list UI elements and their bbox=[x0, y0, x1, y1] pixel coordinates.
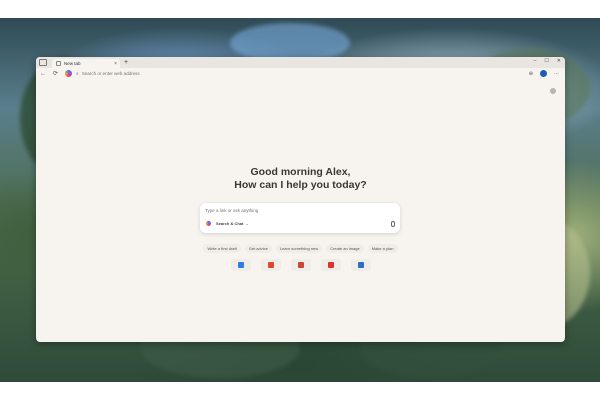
copilot-icon[interactable] bbox=[65, 70, 73, 77]
shortcut-tiles bbox=[36, 259, 565, 271]
suggestion-chip[interactable]: Learn something new bbox=[275, 244, 323, 253]
tab-strip: New tab × + – ☐ ✕ bbox=[36, 57, 565, 68]
greeting-line-1: Good morning Alex, bbox=[250, 166, 351, 178]
shortcut-tile[interactable] bbox=[260, 259, 281, 271]
sidebar-toggle-icon[interactable] bbox=[39, 59, 47, 66]
address-bar: ← ⟳ ⌕ ⊕ ⋯ bbox=[36, 68, 565, 79]
suggestion-chip[interactable]: Get advice bbox=[244, 244, 272, 253]
suggestion-chip[interactable]: Create an image bbox=[326, 244, 364, 253]
page-settings-icon[interactable] bbox=[550, 88, 556, 94]
shortcut-tile[interactable] bbox=[230, 259, 251, 271]
chat-box: Search & Chat ⌄ bbox=[200, 203, 400, 233]
shortcut-tile[interactable] bbox=[350, 259, 371, 271]
suggestion-chips: Write a first draft Get advice Learn som… bbox=[36, 244, 565, 253]
linkedin-icon bbox=[357, 262, 364, 268]
tab-new-tab[interactable]: New tab × bbox=[52, 59, 120, 68]
microphone-icon[interactable] bbox=[391, 221, 395, 227]
profile-avatar[interactable] bbox=[540, 70, 547, 77]
browser-window: New tab × + – ☐ ✕ ← ⟳ ⌕ ⊕ ⋯ Good morning… bbox=[36, 57, 565, 342]
minimize-button[interactable]: – bbox=[534, 58, 537, 64]
greeting-line-2: How can I help you today? bbox=[234, 179, 367, 191]
youtube-icon bbox=[327, 262, 334, 268]
suggestion-chip[interactable]: Write a first draft bbox=[203, 244, 241, 253]
mode-label: Search & Chat bbox=[216, 221, 244, 226]
new-tab-favicon-icon bbox=[56, 61, 61, 66]
chevron-down-icon: ⌄ bbox=[245, 221, 249, 226]
edge-icon bbox=[237, 262, 244, 268]
office-icon bbox=[267, 262, 274, 268]
new-tab-page: Good morning Alex, How can I help you to… bbox=[36, 79, 565, 342]
menu-icon[interactable]: ⋯ bbox=[554, 71, 559, 77]
extensions-icon[interactable]: ⊕ bbox=[529, 71, 533, 77]
shortcut-tile[interactable] bbox=[320, 259, 341, 271]
mode-selector[interactable]: Search & Chat ⌄ bbox=[206, 221, 249, 226]
tab-title: New tab bbox=[64, 61, 81, 66]
greeting: Good morning Alex, How can I help you to… bbox=[36, 166, 565, 192]
window-controls: – ☐ ✕ bbox=[534, 58, 561, 64]
tab-close-icon[interactable]: × bbox=[114, 61, 117, 67]
maximize-button[interactable]: ☐ bbox=[544, 58, 548, 64]
figma-icon bbox=[297, 262, 304, 268]
refresh-button[interactable]: ⟳ bbox=[53, 70, 58, 77]
back-button[interactable]: ← bbox=[40, 71, 46, 77]
shortcut-tile[interactable] bbox=[290, 259, 311, 271]
search-icon: ⌕ bbox=[76, 70, 79, 77]
close-window-button[interactable]: ✕ bbox=[557, 58, 561, 64]
chat-input[interactable] bbox=[205, 208, 385, 213]
copilot-mode-icon bbox=[206, 221, 211, 226]
address-input[interactable] bbox=[81, 71, 282, 76]
suggestion-chip[interactable]: Make a plan bbox=[367, 244, 398, 253]
new-tab-button[interactable]: + bbox=[124, 57, 128, 68]
